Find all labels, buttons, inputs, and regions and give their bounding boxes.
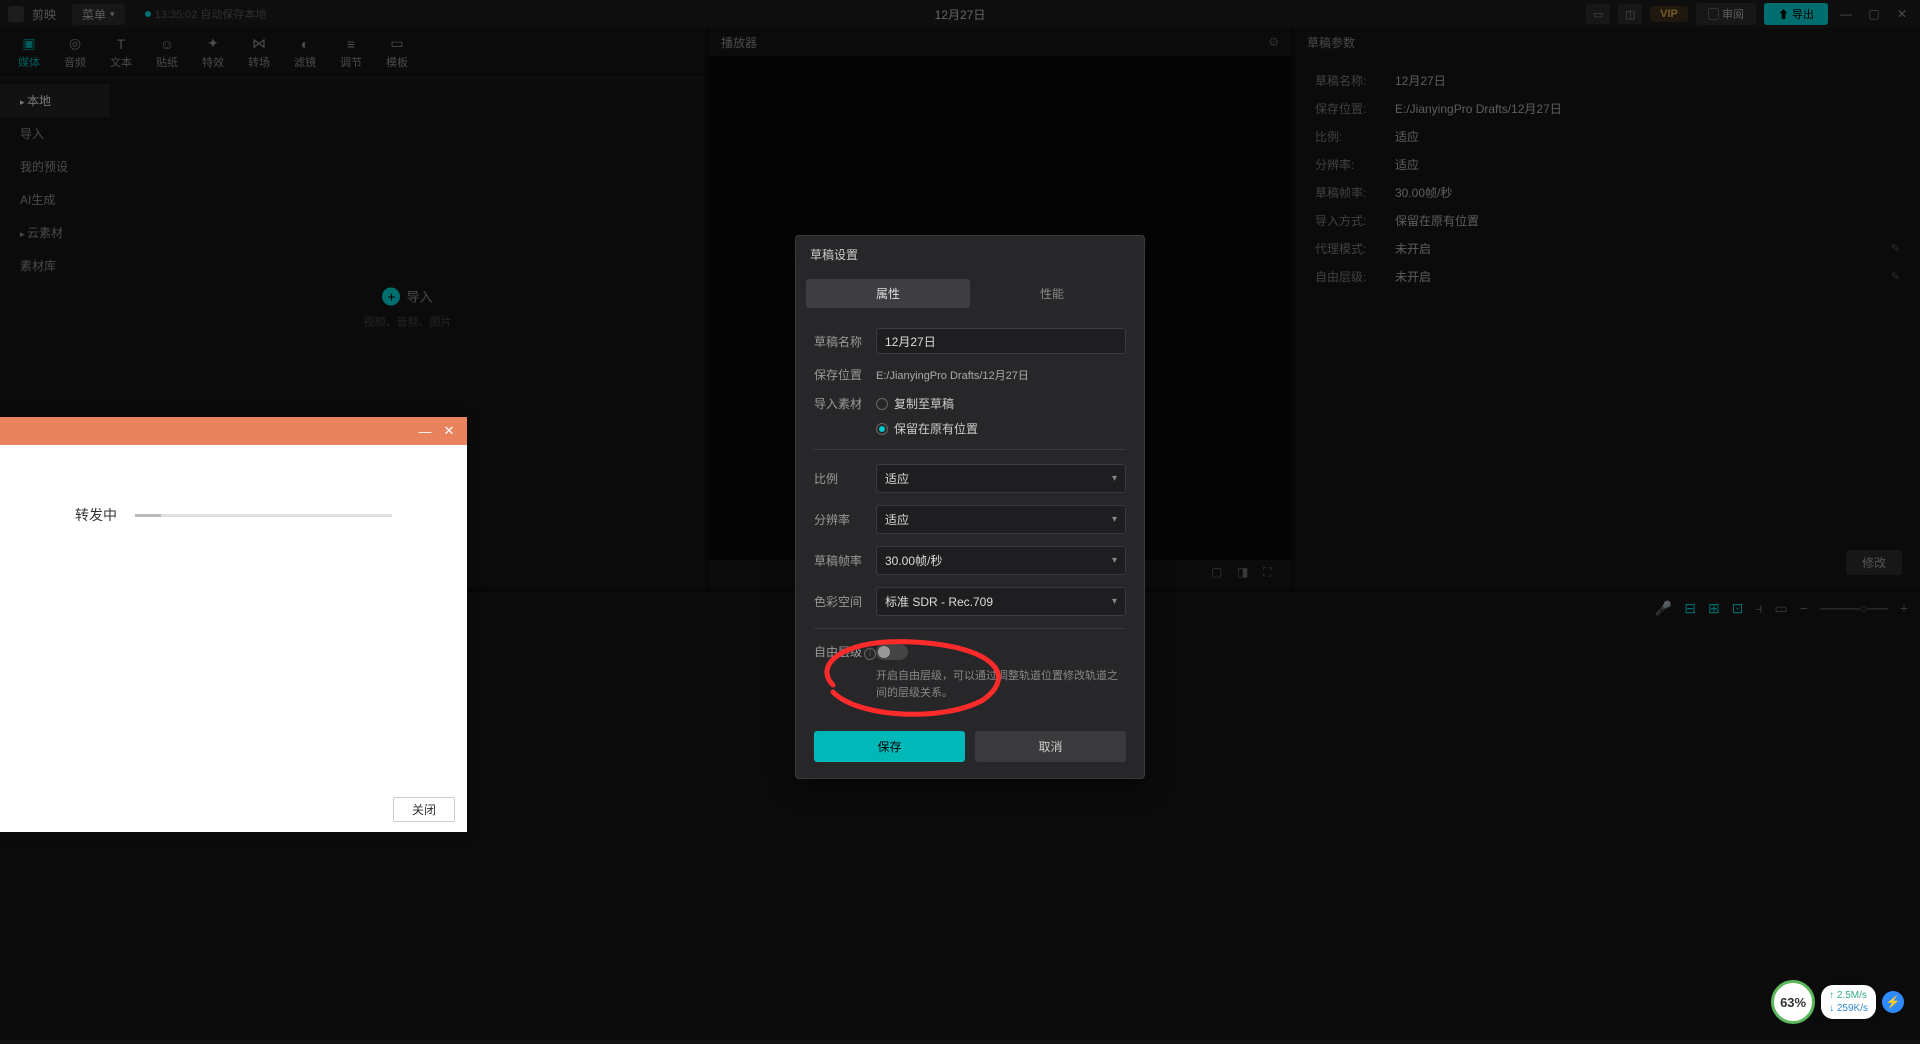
toggle-free-layer[interactable] [876, 644, 908, 660]
divider [814, 628, 1126, 629]
cancel-button[interactable]: 取消 [975, 731, 1126, 762]
label-name: 草稿名称 [814, 333, 876, 350]
modal-tab-props[interactable]: 属性 [806, 279, 970, 308]
input-draft-name[interactable] [876, 328, 1126, 354]
forward-progress [135, 514, 392, 517]
label-layer: 自由层级i [814, 643, 876, 660]
label-color: 色彩空间 [814, 593, 876, 610]
forward-popup: — ✕ 转发中 关闭 [0, 417, 467, 832]
label-save: 保存位置 [814, 366, 876, 383]
select-ratio[interactable]: 适应 [876, 464, 1126, 493]
forward-text: 转发中 [75, 505, 117, 525]
modal-title: 草稿设置 [796, 236, 1144, 273]
radio-copy[interactable]: 复制至草稿 [876, 395, 978, 412]
radio-keep[interactable]: 保留在原有位置 [876, 420, 978, 437]
net-accel-icon[interactable]: ⚡ [1882, 991, 1904, 1013]
network-widget[interactable]: 63% ↑ 2.5M/s ↓ 259K/s ⚡ [1771, 980, 1904, 1024]
save-path: E:/JianyingPro Drafts/12月27日 [876, 367, 1029, 383]
select-colorspace[interactable]: 标准 SDR - Rec.709 [876, 587, 1126, 616]
popup-close-icon[interactable]: ✕ [437, 423, 461, 439]
popup-titlebar[interactable]: — ✕ [0, 417, 467, 445]
divider [814, 449, 1126, 450]
label-res: 分辨率 [814, 511, 876, 528]
draft-settings-modal: 草稿设置 属性 性能 草稿名称 保存位置 E:/JianyingPro Draf… [795, 235, 1145, 779]
popup-minimize-icon[interactable]: — [413, 424, 437, 439]
select-resolution[interactable]: 适应 [876, 505, 1126, 534]
select-fps[interactable]: 30.00帧/秒 [876, 546, 1126, 575]
info-icon[interactable]: i [864, 648, 876, 660]
label-ratio: 比例 [814, 470, 876, 487]
modal-tab-perf[interactable]: 性能 [970, 279, 1134, 308]
net-speed: ↑ 2.5M/s ↓ 259K/s [1821, 985, 1876, 1019]
net-percent[interactable]: 63% [1771, 980, 1815, 1024]
layer-description: 开启自由层级，可以通过调整轨道位置修改轨道之间的层级关系。 [814, 668, 1126, 701]
label-import: 导入素材 [814, 395, 876, 412]
label-fps: 草稿帧率 [814, 552, 876, 569]
save-button[interactable]: 保存 [814, 731, 965, 762]
popup-close-button[interactable]: 关闭 [393, 797, 455, 822]
